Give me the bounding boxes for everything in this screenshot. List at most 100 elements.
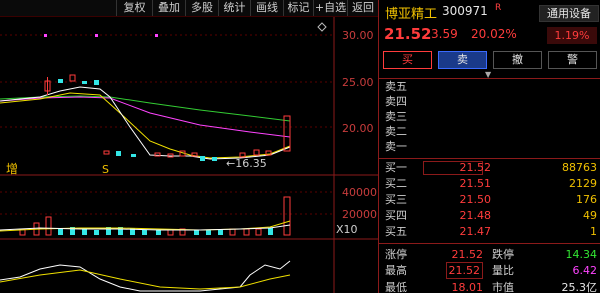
bid-price: 21.52 — [459, 161, 492, 174]
candle — [154, 152, 161, 157]
volume-ratio-label: 量比 — [492, 264, 514, 277]
bid-label: 买五 — [385, 225, 407, 238]
event-marker — [95, 34, 98, 37]
volume-bar — [194, 230, 199, 235]
volume-unit: X10 — [336, 223, 358, 236]
bid-row[interactable]: 买一 21.52 88763 — [379, 161, 600, 175]
buy-button[interactable]: 买 — [383, 51, 432, 69]
volume-bar — [243, 228, 250, 236]
candle — [191, 152, 198, 157]
statistics-button[interactable]: 统计 — [218, 0, 250, 16]
sector-badge[interactable]: 通用设备 — [539, 5, 599, 22]
candle — [103, 150, 110, 155]
bid-label: 买三 — [385, 193, 407, 206]
current-price: 21.52 — [384, 25, 432, 43]
volume-bar — [82, 229, 87, 235]
volume-bar — [255, 228, 262, 236]
limit-down-label: 跌停 — [492, 248, 514, 261]
price-tick: 30.00 — [342, 29, 374, 42]
price-change: 3.59 — [431, 27, 458, 41]
candle — [253, 149, 260, 156]
quote-panel: 博亚精工 300971 R 通用设备 21.52 3.59 20.02% 1.1… — [378, 0, 600, 293]
bid-price: 21.51 — [459, 177, 492, 190]
kline-chart[interactable]: 30.00 25.00 20.00 40000 20000 X10 ←16.35… — [0, 17, 378, 293]
multi-stock-button[interactable]: 多股 — [185, 0, 218, 16]
s-label: S — [102, 163, 109, 176]
volume-ratio-value: 6.42 — [572, 264, 598, 277]
add-watchlist-button[interactable]: +自选 — [313, 0, 347, 16]
ask-label: 卖五 — [385, 80, 407, 93]
chart-toolbar: 复权 叠加 多股 统计 画线 标记 +自选 返回 — [0, 0, 378, 17]
diamond-icon[interactable] — [317, 22, 327, 32]
volume-bar — [218, 230, 223, 235]
bid-price: 21.48 — [459, 209, 492, 222]
volume-bar — [229, 228, 236, 236]
stat-row: 涨停 21.52 跌停 14.34 — [379, 246, 600, 263]
bid-row[interactable]: 买三 21.50 176 — [379, 193, 600, 207]
bid-volume: 49 — [583, 209, 597, 222]
volume-bar — [58, 229, 63, 235]
bid-volume: 176 — [576, 193, 597, 206]
limit-down-value: 14.34 — [565, 248, 598, 261]
back-button[interactable]: 返回 — [347, 0, 378, 16]
volume-tick: 40000 — [342, 186, 377, 199]
cancel-order-button[interactable]: 撤 — [493, 51, 542, 69]
ask-label: 卖四 — [385, 95, 407, 108]
bid-row[interactable]: 买四 21.48 49 — [379, 209, 600, 223]
ask-row: 卖一 — [379, 140, 600, 154]
limit-up-value: 21.52 — [451, 248, 484, 261]
overlay-button[interactable]: 叠加 — [152, 0, 185, 16]
ask-row: 卖五 — [379, 80, 600, 94]
draw-line-button[interactable]: 画线 — [250, 0, 283, 16]
high-label: 最高 — [385, 264, 407, 277]
bid-volume: 1 — [590, 225, 597, 238]
divider — [379, 243, 600, 244]
volume-bar — [206, 230, 211, 235]
stat-row: 最高 21.52 量比 6.42 — [379, 262, 600, 279]
candle — [82, 81, 87, 84]
volume-bar-limit-up — [283, 196, 291, 236]
volume-bar — [142, 230, 147, 235]
alert-button[interactable]: 警 — [548, 51, 597, 69]
mark-button[interactable]: 标记 — [283, 0, 313, 16]
zeng-label: 增 — [6, 162, 18, 176]
candle — [69, 74, 76, 82]
bid-row[interactable]: 买二 21.51 2129 — [379, 177, 600, 191]
bid-label: 买四 — [385, 209, 407, 222]
candle — [131, 154, 136, 157]
candle — [116, 151, 121, 156]
ask-row: 卖四 — [379, 95, 600, 109]
ma20-line — [0, 96, 291, 138]
divider — [379, 78, 600, 79]
candle — [200, 156, 205, 161]
candle — [94, 80, 99, 85]
limit-up-label: 涨停 — [385, 248, 407, 261]
ask-label: 卖三 — [385, 110, 407, 123]
stock-flag: R — [495, 3, 502, 13]
stock-name: 博亚精工 — [385, 7, 438, 22]
low-label: 最低 — [385, 281, 407, 293]
bid-price: 21.47 — [459, 225, 492, 238]
bid-row[interactable]: 买五 21.47 1 — [379, 225, 600, 239]
trade-buttons: 买 卖 撤 警 — [383, 51, 597, 69]
low-price-value: 16.35 — [235, 157, 267, 170]
event-marker — [44, 34, 47, 37]
divider — [379, 158, 600, 159]
high-value: 21.52 — [445, 262, 483, 279]
kline-svg: 30.00 25.00 20.00 40000 20000 X10 ←16.35… — [0, 17, 378, 293]
price-change-pct: 20.02% — [471, 27, 517, 41]
stat-row: 最低 18.01 市值 25.3亿 — [379, 279, 600, 293]
price-tick: 20.00 — [342, 122, 374, 135]
stock-code: 300971 — [442, 4, 488, 18]
volume-bar — [268, 228, 273, 235]
sell-button[interactable]: 卖 — [438, 51, 487, 69]
bid-volume: 88763 — [562, 161, 597, 174]
candle — [212, 157, 217, 161]
volume-bar — [156, 230, 161, 235]
fuquan-button[interactable]: 复权 — [116, 0, 152, 16]
low-value: 18.01 — [451, 281, 484, 293]
low-price-marker: ←16.35 — [226, 157, 267, 170]
volume-bar — [167, 229, 174, 236]
bid-volume: 2129 — [569, 177, 597, 190]
volume-bar — [45, 216, 52, 236]
